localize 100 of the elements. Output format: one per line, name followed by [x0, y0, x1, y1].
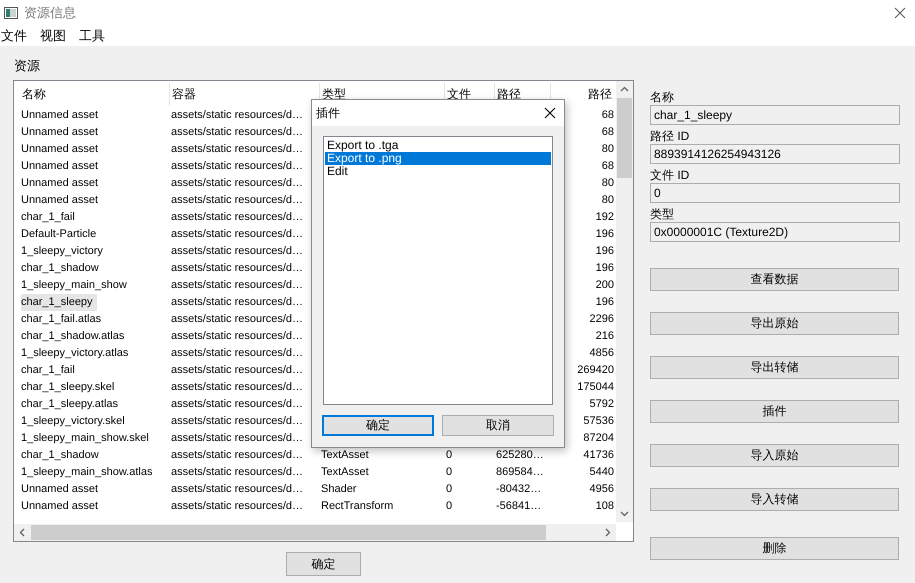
- table-cell: 196: [596, 296, 614, 308]
- plugin-list-item[interactable]: Export to .png: [325, 152, 551, 165]
- table-cell: assets/static resources/d…: [171, 194, 304, 206]
- asset-name-cell[interactable]: char_1_sleepy.skel: [21, 379, 118, 396]
- asset-name-cell[interactable]: char_1_shadow: [21, 447, 103, 464]
- table-cell: assets/static resources/d…: [171, 415, 304, 427]
- table-cell: assets/static resources/d…: [171, 483, 304, 495]
- table-cell: 269420: [577, 364, 614, 376]
- text-field[interactable]: 8893914126254943126: [650, 144, 900, 164]
- action-button[interactable]: 插件: [650, 400, 899, 423]
- text-field[interactable]: char_1_sleepy: [650, 105, 900, 125]
- field-label: 类型: [650, 206, 675, 222]
- asset-name-cell[interactable]: char_1_sleepy: [21, 294, 97, 311]
- asset-name-cell[interactable]: 1_sleepy_main_show.atlas: [21, 464, 156, 481]
- table-cell: 200: [596, 279, 614, 291]
- table-cell: 57536: [583, 415, 614, 427]
- table-cell: assets/static resources/d…: [171, 109, 304, 121]
- table-cell: 869584…: [496, 466, 544, 478]
- column-header[interactable]: 容器: [172, 86, 196, 100]
- table-cell: 192: [596, 211, 614, 223]
- table-cell: assets/static resources/d…: [171, 330, 304, 342]
- table-cell: assets/static resources/d…: [171, 279, 304, 291]
- text-field[interactable]: 0x0000001C (Texture2D): [650, 222, 900, 242]
- table-cell: assets/static resources/d…: [171, 313, 304, 325]
- table-cell: 87204: [583, 432, 614, 444]
- table-cell: assets/static resources/d…: [171, 347, 304, 359]
- field-label: 文件 ID: [650, 167, 690, 183]
- table-cell: 0: [446, 466, 452, 478]
- table-cell: RectTransform: [321, 500, 394, 512]
- table-cell: 196: [596, 228, 614, 240]
- asset-name-cell[interactable]: Unnamed asset: [21, 107, 102, 124]
- table-cell: 0: [446, 483, 452, 495]
- column-header[interactable]: 类型: [322, 86, 346, 100]
- dialog-button[interactable]: 确定: [322, 415, 434, 436]
- plugin-list[interactable]: Export to .tga Export to .png Edit: [323, 136, 553, 405]
- table-cell: assets/static resources/d…: [171, 177, 304, 189]
- table-cell: assets/static resources/d…: [171, 381, 304, 393]
- asset-name-cell[interactable]: char_1_shadow: [21, 260, 103, 277]
- plugin-list-item[interactable]: Export to .tga: [325, 139, 551, 152]
- table-cell: assets/static resources/d…: [171, 228, 304, 240]
- table-cell: 68: [602, 109, 614, 121]
- column-header[interactable]: 名称: [22, 86, 46, 100]
- table-cell: 0: [446, 500, 452, 512]
- asset-name-cell[interactable]: Unnamed asset: [21, 141, 102, 158]
- table-cell: 4956: [590, 483, 614, 495]
- action-button[interactable]: 删除: [650, 537, 899, 560]
- asset-name-cell[interactable]: Unnamed asset: [21, 481, 102, 498]
- table-cell: assets/static resources/d…: [171, 500, 304, 512]
- menu-item[interactable]: 视图: [40, 27, 66, 45]
- asset-name-cell[interactable]: char_1_fail.atlas: [21, 311, 106, 328]
- asset-name-cell[interactable]: Unnamed asset: [21, 124, 102, 141]
- asset-name-cell[interactable]: char_1_shadow.atlas: [21, 328, 128, 345]
- asset-name-cell[interactable]: Unnamed asset: [21, 498, 102, 515]
- table-cell: 80: [602, 143, 614, 155]
- table-cell: 196: [596, 245, 614, 257]
- text-field[interactable]: 0: [650, 183, 900, 203]
- table-cell: 0: [446, 449, 452, 461]
- action-button[interactable]: 导出原始: [650, 312, 899, 335]
- asset-name-cell[interactable]: 1_sleepy_victory: [21, 243, 107, 260]
- asset-name-cell[interactable]: char_1_fail: [21, 209, 79, 226]
- table-cell: assets/static resources/d…: [171, 466, 304, 478]
- asset-name-cell[interactable]: char_1_fail: [21, 362, 79, 379]
- plugin-list-item[interactable]: Edit: [325, 165, 551, 178]
- table-cell: assets/static resources/d…: [171, 398, 304, 410]
- table-cell: assets/static resources/d…: [171, 143, 304, 155]
- action-button[interactable]: 导入转储: [650, 488, 899, 511]
- dialog-title: 插件: [316, 104, 340, 122]
- field-label: 路径 ID: [650, 128, 690, 144]
- column-header[interactable]: 路径: [497, 86, 521, 100]
- asset-name-cell[interactable]: Default-Particle: [21, 226, 100, 243]
- table-cell: TextAsset: [321, 466, 369, 478]
- ok-button[interactable]: 确定: [286, 552, 361, 576]
- asset-name-cell[interactable]: Unnamed asset: [21, 158, 102, 175]
- column-header[interactable]: 文件: [447, 86, 471, 100]
- table-cell: assets/static resources/d…: [171, 432, 304, 444]
- table-cell: TextAsset: [321, 449, 369, 461]
- action-button[interactable]: 导出转储: [650, 356, 899, 379]
- dialog-button[interactable]: 取消: [442, 415, 554, 436]
- asset-name-cell[interactable]: 1_sleepy_victory.atlas: [21, 345, 132, 362]
- action-button[interactable]: 导入原始: [650, 444, 899, 467]
- action-button[interactable]: 查看数据: [650, 268, 899, 291]
- asset-name-cell[interactable]: 1_sleepy_main_show.skel: [21, 430, 153, 447]
- column-header[interactable]: 路径: [588, 86, 612, 100]
- asset-name-cell[interactable]: 1_sleepy_victory.skel: [21, 413, 129, 430]
- table-cell: -80432…: [496, 483, 542, 495]
- asset-name-cell[interactable]: Unnamed asset: [21, 175, 102, 192]
- table-cell: assets/static resources/d…: [171, 364, 304, 376]
- asset-name-cell[interactable]: 1_sleepy_main_show: [21, 277, 131, 294]
- asset-name-cell[interactable]: char_1_sleepy.atlas: [21, 396, 122, 413]
- table-cell: 80: [602, 177, 614, 189]
- table-cell: 2296: [590, 313, 614, 325]
- table-cell: 625280…: [496, 449, 544, 461]
- asset-name-cell[interactable]: Unnamed asset: [21, 192, 102, 209]
- menu-item[interactable]: 文件: [1, 27, 27, 45]
- table-cell: 216: [596, 330, 614, 342]
- table-cell: assets/static resources/d…: [171, 449, 304, 461]
- menu-item[interactable]: 工具: [79, 27, 105, 45]
- table-cell: 68: [602, 160, 614, 172]
- table-cell: assets/static resources/d…: [171, 211, 304, 223]
- table-cell: 5792: [590, 398, 614, 410]
